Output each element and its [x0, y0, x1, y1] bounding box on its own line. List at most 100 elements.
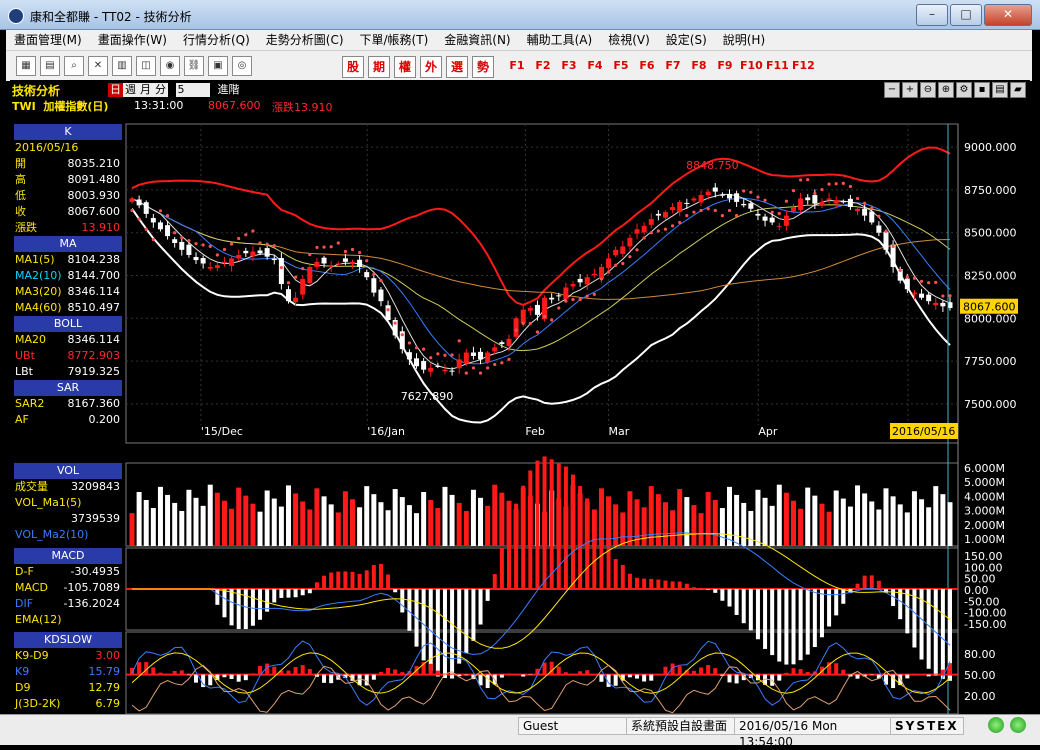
select-button[interactable]: 選: [446, 56, 468, 78]
menu-item[interactable]: 行情分析(Q): [175, 30, 258, 50]
layout-icon[interactable]: ▦: [16, 56, 36, 76]
sar-dot: [699, 209, 702, 212]
vol-bar: [905, 512, 910, 546]
brand-icon[interactable]: ◎: [232, 56, 252, 76]
menu-item[interactable]: 畫面操作(W): [90, 30, 175, 50]
macd-bar: [301, 589, 305, 595]
stock-button[interactable]: 股: [342, 56, 364, 78]
tile-icon[interactable]: ▥: [112, 56, 132, 76]
candle-body: [777, 226, 782, 227]
macd-bar: [322, 576, 326, 589]
macd-bar: [443, 589, 447, 678]
server-icon[interactable]: [1010, 717, 1026, 733]
candle-body: [670, 207, 675, 210]
foreign-button[interactable]: 外: [420, 56, 442, 78]
menu-item[interactable]: 檢視(V): [600, 30, 658, 50]
candle-body: [378, 290, 383, 302]
f-key[interactable]: F10: [740, 56, 762, 76]
vol-bar: [314, 488, 319, 546]
sar-dot: [820, 188, 823, 191]
vol-bar: [620, 512, 625, 546]
options-button[interactable]: 權: [394, 56, 416, 78]
candle-body: [613, 250, 618, 255]
macd-bar: [571, 475, 575, 589]
candle-body: [250, 252, 255, 257]
close-window-icon[interactable]: ✕: [88, 56, 108, 76]
candle-body: [364, 272, 369, 277]
vol-bar: [677, 489, 682, 546]
chart-canvas[interactable]: 9000.0008750.0008500.0008250.0008000.000…: [10, 80, 1030, 714]
link-icon[interactable]: ⛓: [184, 56, 204, 76]
window-icon[interactable]: ▤: [40, 56, 60, 76]
menu-item[interactable]: 設定(S): [658, 30, 715, 50]
f-key[interactable]: F12: [792, 56, 814, 76]
sar-dot: [877, 215, 880, 218]
candle-body: [599, 267, 604, 279]
sar-dot: [130, 209, 133, 212]
f-key[interactable]: F11: [766, 56, 788, 76]
chart-icon[interactable]: ▣: [208, 56, 228, 76]
minimize-icon[interactable]: –: [916, 4, 948, 26]
vol-bar: [734, 495, 739, 546]
macd-bar: [507, 525, 511, 589]
menu-item[interactable]: 說明(H): [715, 30, 773, 50]
status-brand: SYSTEX: [890, 717, 964, 735]
macd-bar: [877, 581, 881, 589]
f-key[interactable]: F1: [506, 56, 528, 76]
connection-icon[interactable]: [988, 717, 1004, 733]
f-key[interactable]: F4: [584, 56, 606, 76]
sar-dot: [443, 354, 446, 357]
f-key[interactable]: F6: [636, 56, 658, 76]
maximize-icon[interactable]: □: [950, 4, 982, 26]
candle-body: [179, 242, 184, 250]
menu-item[interactable]: 輔助工具(A): [519, 30, 601, 50]
kd-bar: [500, 675, 504, 678]
vol-bar: [421, 492, 426, 546]
sar-dot: [230, 242, 233, 245]
macd-bar: [656, 580, 660, 589]
sar-dot: [607, 270, 610, 273]
f-key[interactable]: F2: [532, 56, 554, 76]
menu-item[interactable]: 畫面管理(M): [6, 30, 90, 50]
sar-dot: [941, 294, 944, 297]
macd-bar: [713, 589, 717, 593]
f-key[interactable]: F9: [714, 56, 736, 76]
trend-button[interactable]: 勢: [472, 56, 494, 78]
menu-item[interactable]: 走勢分析圖(C): [258, 30, 352, 50]
f-key[interactable]: F3: [558, 56, 580, 76]
menu-item[interactable]: 下單/帳務(T): [352, 30, 437, 50]
kd-bar: [294, 667, 298, 675]
candle-body: [272, 259, 277, 260]
split-icon[interactable]: ◫: [136, 56, 156, 76]
f-key[interactable]: F8: [688, 56, 710, 76]
f-key[interactable]: F5: [610, 56, 632, 76]
macd-bar: [912, 589, 916, 648]
f-key[interactable]: F7: [662, 56, 684, 76]
vol-bar: [748, 511, 753, 546]
futures-button[interactable]: 期: [368, 56, 390, 78]
kd-bar: [166, 674, 170, 675]
menu-item[interactable]: 金融資訊(N): [436, 30, 518, 50]
vol-bar: [933, 486, 938, 546]
coin-icon[interactable]: ◉: [160, 56, 180, 76]
macd-bar: [685, 584, 689, 589]
sar-dot: [664, 228, 667, 231]
kd-bar: [557, 667, 561, 675]
sar-dot: [301, 267, 304, 270]
vol-bar: [250, 504, 255, 546]
vol-bar: [414, 513, 419, 546]
candle-body: [407, 352, 412, 359]
macd-bar: [386, 574, 390, 589]
sar-dot: [571, 298, 574, 301]
candle-body: [229, 258, 234, 266]
main-ytick: 8500.000: [964, 227, 1017, 240]
macd-bar: [514, 504, 518, 589]
vol-bar: [485, 506, 490, 546]
search-icon[interactable]: ⌕: [64, 56, 84, 76]
sar-dot: [244, 233, 247, 236]
close-icon[interactable]: ✕: [984, 4, 1032, 26]
status-datetime: 2016/05/16 Mon 13:54:00: [734, 717, 894, 735]
candle-body: [329, 265, 334, 266]
main-xtick: '15/Dec: [201, 425, 243, 438]
macd-bar: [727, 589, 731, 607]
